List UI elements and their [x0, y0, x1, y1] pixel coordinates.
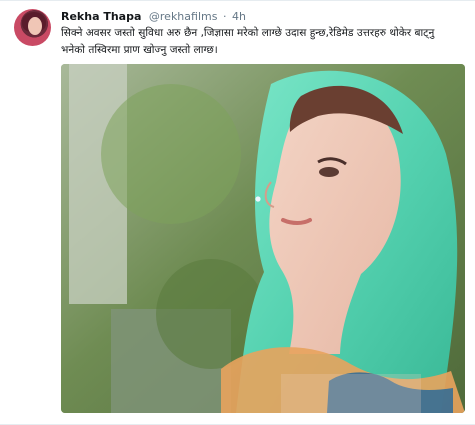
blurred-foliage	[101, 84, 241, 224]
tweet-photo[interactable]	[61, 64, 465, 413]
tweet-timestamp[interactable]: 4h	[232, 10, 246, 23]
avatar-face	[28, 17, 42, 35]
nose-stud	[255, 196, 261, 202]
tweet-header: Rekha Thapa @rekhafilms · 4h	[61, 10, 246, 24]
light-overlay	[281, 374, 421, 413]
tweet-text: सिक्ने अवसर जस्तो सुविधा अरु छैन ,जिज्ञा…	[61, 27, 435, 56]
author-name[interactable]: Rekha Thapa	[61, 10, 141, 23]
eye	[319, 167, 339, 177]
photo-illustration	[61, 64, 465, 413]
header-separator: ·	[222, 10, 227, 23]
author-avatar[interactable]	[14, 9, 51, 46]
author-handle[interactable]: @rekhafilms	[149, 10, 218, 23]
tweet-card[interactable]: Rekha Thapa @rekhafilms · 4h सिक्ने अवसर…	[0, 0, 475, 425]
